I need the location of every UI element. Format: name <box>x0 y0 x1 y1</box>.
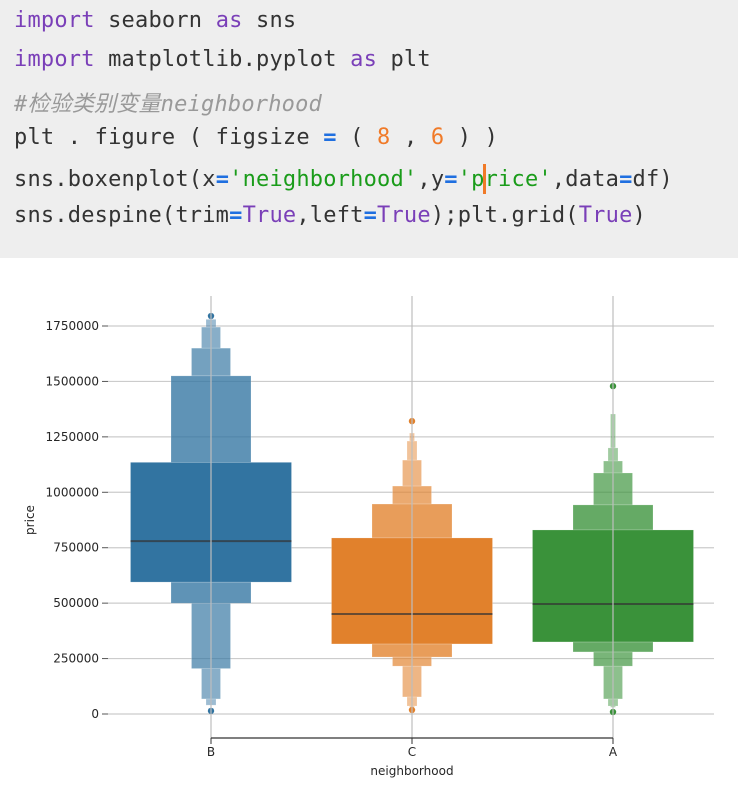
code-token: True <box>377 203 431 228</box>
code-cell[interactable]: import seaborn as sns import matplotlib.p… <box>0 0 738 258</box>
code-token: = <box>215 167 230 192</box>
code-token: True <box>242 203 297 228</box>
code-token: ( <box>336 125 378 150</box>
y-tick-label: 1500000 <box>46 374 99 388</box>
code-token: );plt.grid( <box>430 203 579 228</box>
y-axis: 0 250000 500000 750000 1000000 1250000 1500000… <box>46 319 108 721</box>
code-token: = <box>323 125 337 150</box>
x-axis-label: neighborhood <box>370 764 453 778</box>
code-line: sns.despine(trim=True,left=True);plt.gri… <box>14 203 646 228</box>
y-tick-label: 1000000 <box>46 485 99 499</box>
code-token: ,data <box>551 167 620 192</box>
code-token: 'p <box>457 167 485 192</box>
code-token: 6 <box>430 125 445 150</box>
y-tick-label: 750000 <box>53 541 99 555</box>
code-token: ,left <box>296 203 364 228</box>
code-token: import <box>14 8 95 33</box>
y-tick-label: 500000 <box>53 596 99 610</box>
code-token: = <box>229 203 243 228</box>
code-token: #检验类别变量neighborhood <box>14 92 322 117</box>
code-token: df) <box>632 167 673 192</box>
y-tick-label: 0 <box>91 707 99 721</box>
code-line: import matplotlib.pyplot as plt <box>14 47 431 72</box>
y-axis-label: price <box>23 505 37 535</box>
x-tick-label: A <box>609 745 618 759</box>
x-axis: BCA <box>207 737 618 759</box>
x-tick-label: C <box>408 745 416 759</box>
code-token: True <box>578 203 633 228</box>
code-token: 'neighborhood' <box>229 167 418 192</box>
boxen-chart: 0 250000 500000 750000 1000000 1250000 1500000… <box>23 296 714 778</box>
y-tick-label: 1250000 <box>46 430 99 444</box>
code-token: = <box>363 203 378 228</box>
y-tick-label: 1750000 <box>46 319 99 333</box>
x-tick-label: B <box>207 745 215 759</box>
code-token: , <box>390 125 431 150</box>
code-token: plt <box>377 47 431 72</box>
code-token: seaborn <box>94 8 216 33</box>
code-token: 8 <box>377 125 391 150</box>
code-token: sns <box>242 8 297 33</box>
code-token: sns.boxenplot(x <box>14 167 216 192</box>
code-token: import <box>14 47 95 72</box>
code-token: ) <box>632 203 646 228</box>
code-line: #检验类别变量neighborhood <box>14 86 322 118</box>
code-token: as <box>350 47 378 72</box>
code-line: sns.boxenplot(x='neighborhood',y='price'… <box>14 164 673 194</box>
y-tick-label: 250000 <box>53 652 99 666</box>
code-token: = <box>619 167 633 192</box>
code-token: = <box>444 167 458 192</box>
code-token: ,y <box>417 167 445 192</box>
code-token: as <box>215 8 243 33</box>
code-token: ) ) <box>444 125 499 150</box>
code-token: rice' <box>484 167 552 192</box>
code-line: plt . figure ( figsize = ( 8 , 6 ) ) <box>14 125 498 150</box>
code-line: import seaborn as sns <box>14 8 296 33</box>
code-token: sns.despine(trim <box>14 203 230 228</box>
code-token: matplotlib.pyplot <box>94 47 351 72</box>
code-token: plt . figure ( figsize <box>14 125 324 150</box>
